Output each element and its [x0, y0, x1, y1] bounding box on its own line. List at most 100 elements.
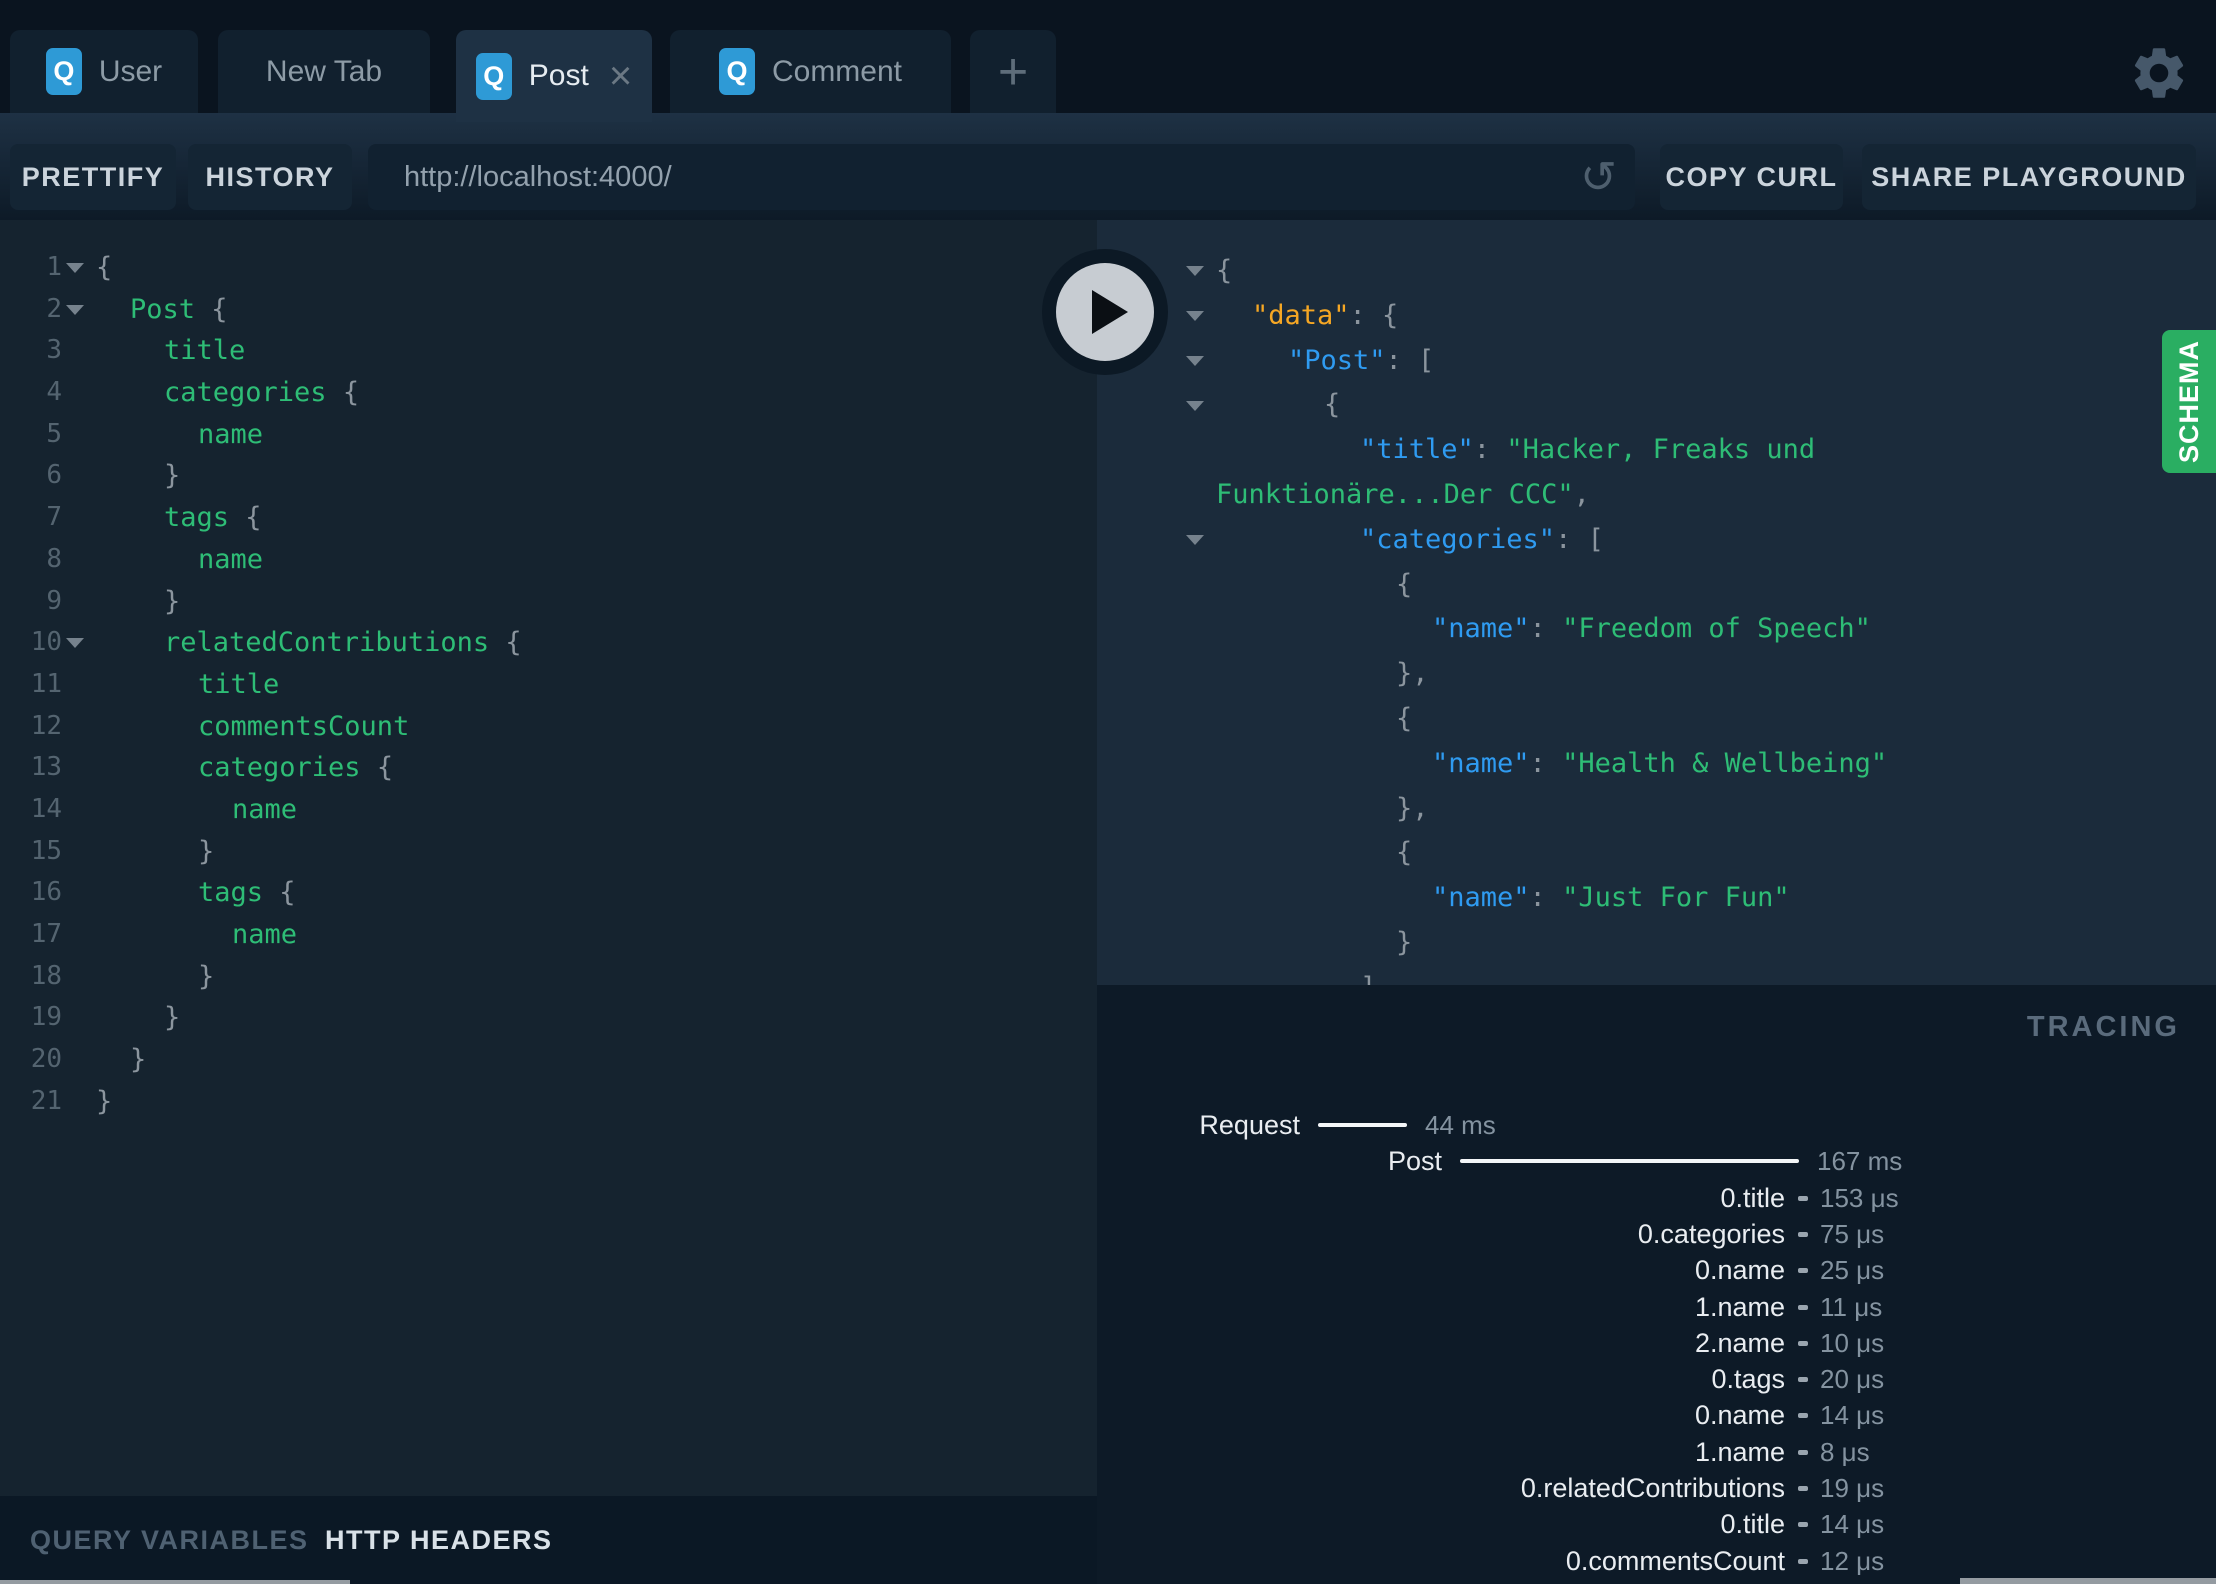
tracing-row-value: 12 μs — [1820, 1545, 1885, 1576]
settings-gear-icon[interactable] — [2128, 42, 2190, 104]
response-line: "title": "Hacker, Freaks und — [1097, 428, 2216, 473]
response-line-text: }, — [1396, 658, 1429, 690]
tab-http-headers[interactable]: HTTP HEADERS — [325, 1496, 553, 1584]
tracing-row: 0.relatedContributions 19 μs — [1097, 1470, 2216, 1506]
tracing-dash — [1798, 1449, 1808, 1455]
tracing-row-value: 8 μs — [1820, 1436, 1870, 1467]
query-line-text: } — [164, 1002, 181, 1034]
fold-arrow-icon[interactable] — [1186, 311, 1204, 322]
line-number: 3 — [46, 335, 62, 366]
query-line: 12 commentsCount — [0, 706, 1097, 748]
schema-side-tab[interactable]: SCHEMA — [2162, 330, 2216, 473]
response-line-text: } — [1396, 926, 1413, 958]
fold-arrow-icon[interactable] — [66, 638, 84, 649]
tab-post[interactable]: Q Post × — [456, 30, 652, 122]
response-line: { — [1097, 249, 2216, 294]
toolbar: PRETTIFY HISTORY http://localhost:4000/ … — [0, 113, 2216, 220]
query-line: 11 title — [0, 664, 1097, 706]
fold-arrow-icon[interactable] — [66, 304, 84, 315]
execute-query-button[interactable] — [1042, 249, 1168, 375]
query-line: 18} — [0, 956, 1097, 998]
close-tab-icon[interactable]: × — [609, 56, 632, 96]
response-line: Funktionäre...Der CCC", — [1097, 473, 2216, 518]
response-line: "Post": [ — [1097, 339, 2216, 384]
fold-arrow-icon[interactable] — [1186, 400, 1204, 411]
query-line: 13 categories { — [0, 747, 1097, 789]
tracing-dash — [1798, 1522, 1808, 1528]
query-line-text: name — [232, 793, 298, 825]
fold-arrow-icon[interactable] — [66, 262, 84, 273]
query-line: 17 name — [0, 914, 1097, 956]
response-line: { — [1097, 697, 2216, 742]
query-line-text: commentsCount — [198, 710, 410, 742]
fold-arrow-icon[interactable] — [1186, 355, 1204, 366]
tracing-dash — [1798, 1304, 1808, 1310]
copy-curl-button[interactable]: COPY CURL — [1660, 144, 1843, 210]
query-line: 14 name — [0, 789, 1097, 831]
tracing-row-value: 19 μs — [1820, 1473, 1885, 1503]
tab-label: Comment — [771, 54, 903, 88]
tracing-row-value: 10 μs — [1820, 1327, 1885, 1358]
response-viewer[interactable]: {"data": {"Post": [{"title": "Hacker, Fr… — [1097, 220, 2216, 985]
query-editor-lines: 1{2 Post {3 title 4 categories {5 name 6} 7 tags… — [0, 220, 1097, 1122]
tracing-dash — [1798, 1558, 1808, 1564]
line-number: 12 — [30, 710, 62, 741]
tracing-duration-bar — [1460, 1159, 1799, 1164]
response-line: }, — [1097, 787, 2216, 832]
reload-schema-icon[interactable]: ↺ — [1580, 144, 1617, 210]
query-line-text: Post { — [130, 293, 228, 325]
tracing-duration-bar — [1318, 1123, 1407, 1127]
line-number: 6 — [46, 460, 62, 491]
query-line: 16 tags { — [0, 872, 1097, 914]
query-line: 19} — [0, 997, 1097, 1039]
tracing-row: 0.tags 20 μs — [1097, 1361, 2216, 1397]
tracing-row: 0.title 153 μs — [1097, 1180, 2216, 1216]
query-line: 3 title — [0, 330, 1097, 372]
endpoint-url-input[interactable]: http://localhost:4000/ ↺ — [368, 144, 1635, 210]
tracing-row-value: 153 μs — [1820, 1182, 1899, 1213]
new-tab-button[interactable]: + — [970, 30, 1056, 113]
response-line-text: ] — [1360, 966, 1376, 985]
response-line: ] — [1097, 966, 2216, 985]
response-line-text: { — [1396, 702, 1413, 734]
line-number: 18 — [30, 960, 62, 991]
horizontal-scrollbar-right[interactable] — [1960, 1578, 2216, 1584]
tab-query-variables[interactable]: QUERY VARIABLES — [30, 1496, 309, 1584]
tracing-row: Request 44 ms — [1097, 1107, 2216, 1143]
response-line: } — [1097, 921, 2216, 966]
tracing-row-value: 44 ms — [1425, 1110, 1496, 1140]
query-editor[interactable]: 1{2 Post {3 title 4 categories {5 name 6} 7 tags… — [0, 220, 1097, 1496]
share-playground-button[interactable]: SHARE PLAYGROUND — [1862, 144, 2196, 210]
fold-arrow-icon[interactable] — [1186, 535, 1204, 546]
line-number: 4 — [46, 377, 62, 408]
query-line-text: name — [198, 543, 264, 575]
tracing-dash — [1798, 1413, 1808, 1419]
response-line: { — [1097, 831, 2216, 876]
query-line: 15} — [0, 831, 1097, 873]
line-number: 9 — [46, 585, 62, 616]
tab-user[interactable]: Q User — [10, 30, 198, 113]
graphql-playground-window: Q User New Tab Q Post × Q Comment + PRETTIFY HIS… — [0, 0, 2216, 1584]
tracing-row-label: Request — [1199, 1110, 1300, 1140]
query-line-text: tags { — [164, 502, 262, 534]
query-line-text: { — [96, 252, 113, 283]
prettify-button[interactable]: PRETTIFY — [10, 144, 176, 210]
play-button-circle — [1056, 263, 1154, 361]
tracing-row-label: 0.relatedContributions — [1520, 1473, 1785, 1503]
tracing-row-label: 0.tags — [1711, 1364, 1785, 1395]
horizontal-scrollbar-left[interactable] — [0, 1580, 350, 1584]
tab-comment[interactable]: Q Comment — [670, 30, 951, 113]
tracing-row-label: 0.categories — [1637, 1218, 1785, 1249]
tracing-row: 1.name 8 μs — [1097, 1434, 2216, 1470]
fold-arrow-icon[interactable] — [1186, 266, 1204, 277]
tab-new-tab[interactable]: New Tab — [218, 30, 430, 113]
tracing-row-value: 75 μs — [1820, 1218, 1885, 1249]
query-line-text: tags { — [198, 877, 296, 909]
query-line-text: title — [164, 335, 246, 367]
response-line-text: { — [1216, 255, 1233, 286]
response-line-text: "name": "Freedom of Speech" — [1432, 613, 1871, 645]
tracing-dash — [1798, 1231, 1808, 1237]
tracing-row: 0.name 14 μs — [1097, 1397, 2216, 1433]
history-button[interactable]: HISTORY — [188, 144, 352, 210]
response-line: { — [1097, 383, 2216, 428]
